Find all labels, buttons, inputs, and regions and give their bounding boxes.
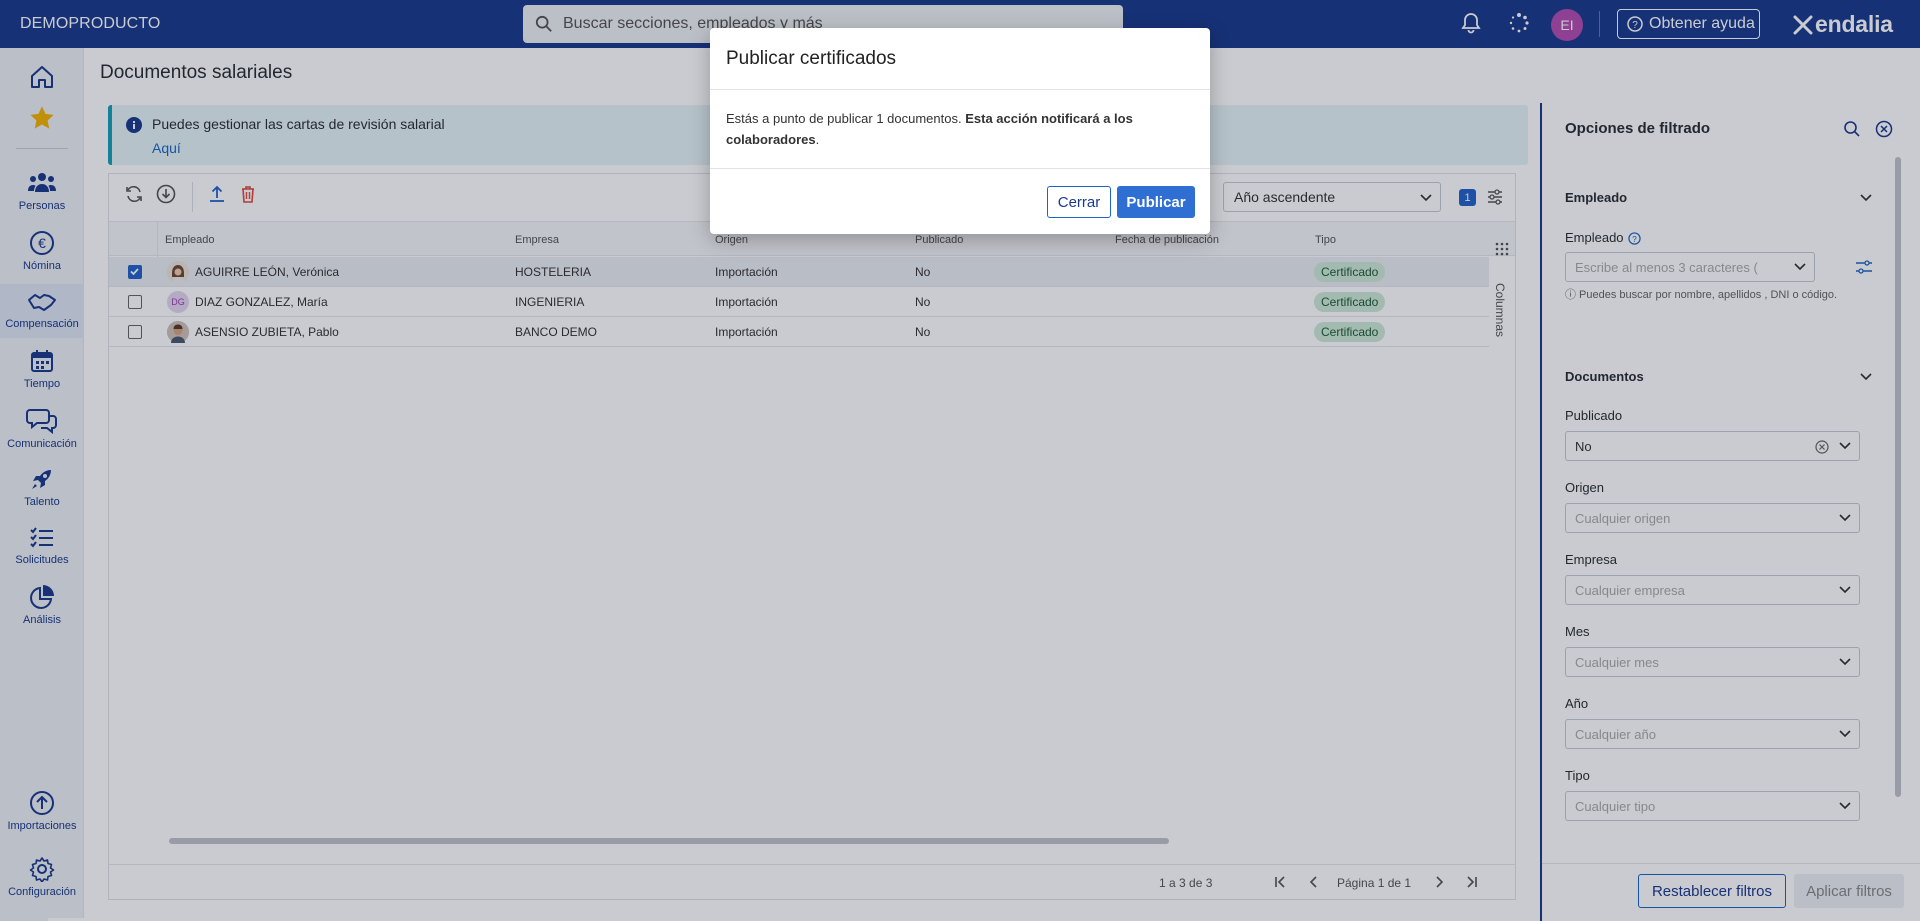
dialog-message-text: Estás a punto de publicar 1 documentos. xyxy=(726,111,966,126)
close-button[interactable]: Cerrar xyxy=(1047,186,1111,218)
publish-button[interactable]: Publicar xyxy=(1117,186,1195,218)
publish-certificates-dialog: Publicar certificados Estás a punto de p… xyxy=(710,28,1210,234)
dialog-divider xyxy=(710,89,1210,90)
dialog-message: Estás a punto de publicar 1 documentos. … xyxy=(726,108,1186,150)
dialog-title: Publicar certificados xyxy=(726,48,897,69)
dialog-message-end: . xyxy=(815,132,820,147)
dialog-divider xyxy=(710,168,1210,169)
